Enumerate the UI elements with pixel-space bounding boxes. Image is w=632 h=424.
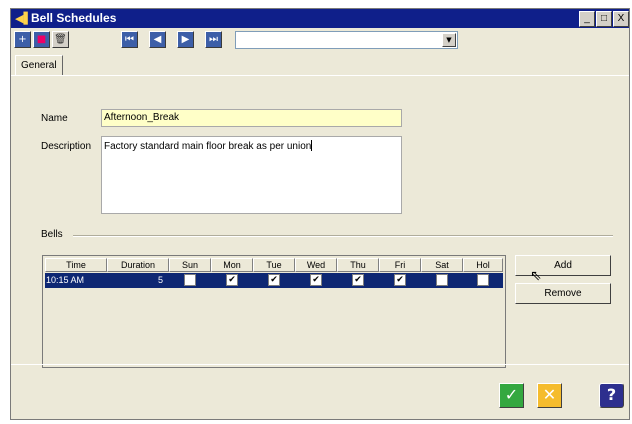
trash-icon: 🗑 bbox=[54, 34, 67, 45]
next-record-icon: ▶ bbox=[181, 34, 190, 45]
close-button[interactable]: X bbox=[613, 11, 629, 27]
previous-record-button[interactable]: ◀ bbox=[149, 31, 166, 48]
minimize-button[interactable]: _ bbox=[579, 11, 595, 27]
column-header-fri[interactable]: Fri bbox=[379, 258, 421, 272]
next-record-button[interactable]: ▶ bbox=[177, 31, 194, 48]
description-field[interactable]: Factory standard main floor break as per… bbox=[101, 136, 402, 214]
column-header-duration[interactable]: Duration bbox=[107, 258, 169, 272]
description-label: Description bbox=[41, 141, 92, 152]
tab-general[interactable]: General bbox=[15, 55, 63, 75]
chevron-down-icon[interactable]: ▼ bbox=[442, 33, 456, 47]
title-bar: ◀▌ Bell Schedules _ □ X bbox=[11, 9, 629, 28]
cancel-x-icon: ✕ bbox=[542, 385, 557, 404]
tab-strip: General bbox=[11, 53, 629, 76]
delete-record-button[interactable]: 🗑 bbox=[52, 31, 69, 48]
thu-checkbox[interactable]: ✔ bbox=[352, 274, 364, 286]
sun-checkbox[interactable] bbox=[184, 274, 196, 286]
save-record-button[interactable]: ■ bbox=[33, 31, 50, 48]
bell-icon: ◀▌ bbox=[15, 12, 32, 25]
last-record-icon: ⏭ bbox=[209, 34, 218, 45]
column-header-sat[interactable]: Sat bbox=[421, 258, 463, 272]
cancel-button[interactable]: ✕ bbox=[537, 383, 562, 408]
window-title: Bell Schedules bbox=[31, 11, 117, 25]
column-header-time[interactable]: Time bbox=[45, 258, 107, 272]
column-header-thu[interactable]: Thu bbox=[337, 258, 379, 272]
tue-checkbox[interactable]: ✔ bbox=[268, 274, 280, 286]
mouse-pointer-icon: ⇖ bbox=[530, 268, 542, 284]
fri-checkbox[interactable]: ✔ bbox=[394, 274, 406, 286]
column-header-wed[interactable]: Wed bbox=[295, 258, 337, 272]
window-controls: _ □ X bbox=[579, 11, 629, 27]
sat-checkbox[interactable] bbox=[436, 274, 448, 286]
column-header-sun[interactable]: Sun bbox=[169, 258, 211, 272]
name-label: Name bbox=[41, 113, 68, 124]
wed-checkbox[interactable]: ✔ bbox=[310, 274, 322, 286]
footer-bar: ✓ ✕ ? bbox=[11, 364, 629, 421]
save-icon: ■ bbox=[36, 34, 47, 45]
help-button[interactable]: ? bbox=[599, 383, 624, 408]
bell-schedules-window: ◀▌ Bell Schedules _ □ X + ■ 🗑 ⏮ ◀ ▶ ⏭ ▼ … bbox=[10, 8, 630, 420]
add-record-button[interactable]: + bbox=[14, 31, 31, 48]
text-caret bbox=[311, 140, 313, 151]
toolbar: + ■ 🗑 ⏮ ◀ ▶ ⏭ ▼ bbox=[11, 28, 629, 52]
question-icon: ? bbox=[606, 385, 617, 404]
remove-bell-button[interactable]: Remove bbox=[515, 283, 611, 304]
last-record-button[interactable]: ⏭ bbox=[205, 31, 222, 48]
column-header-tue[interactable]: Tue bbox=[253, 258, 295, 272]
bells-divider bbox=[73, 235, 613, 237]
first-record-button[interactable]: ⏮ bbox=[121, 31, 138, 48]
name-field[interactable]: Afternoon_Break bbox=[101, 109, 402, 127]
bells-table[interactable]: Time Duration Sun Mon Tue Wed Thu Fri Sa… bbox=[42, 255, 506, 368]
bell-time-cell[interactable]: 10:15 AM bbox=[46, 273, 84, 288]
hol-checkbox[interactable] bbox=[477, 274, 489, 286]
mon-checkbox[interactable]: ✔ bbox=[226, 274, 238, 286]
bell-duration-cell[interactable]: 5 bbox=[107, 273, 163, 288]
maximize-button[interactable]: □ bbox=[596, 11, 612, 27]
description-text: Factory standard main floor break as per… bbox=[104, 141, 312, 152]
ok-button[interactable]: ✓ bbox=[499, 383, 524, 408]
plus-icon: + bbox=[18, 34, 27, 45]
previous-record-icon: ◀ bbox=[153, 34, 162, 45]
first-record-icon: ⏮ bbox=[125, 34, 134, 45]
column-header-mon[interactable]: Mon bbox=[211, 258, 253, 272]
column-header-hol[interactable]: Hol bbox=[463, 258, 503, 272]
bells-label: Bells bbox=[41, 229, 63, 240]
checkmark-icon: ✓ bbox=[504, 385, 519, 404]
record-select[interactable]: ▼ bbox=[235, 31, 458, 49]
